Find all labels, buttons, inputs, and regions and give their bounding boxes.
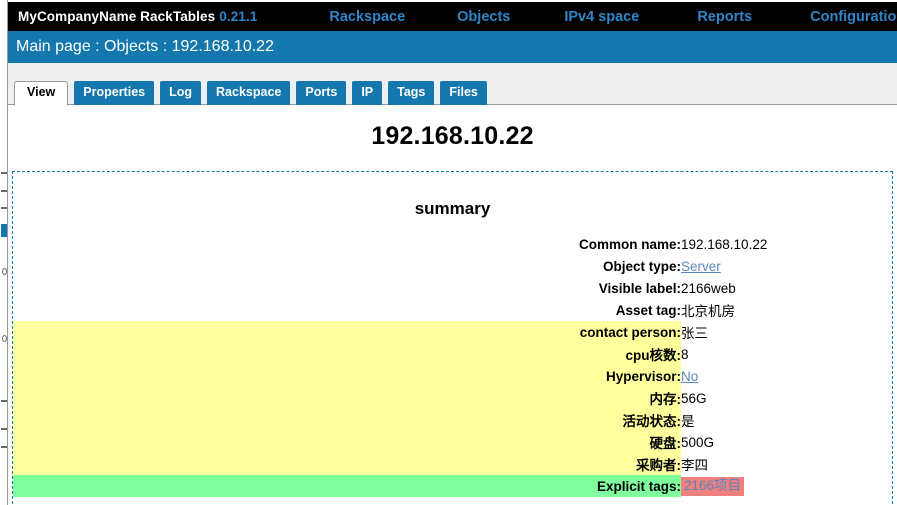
app-version: 0.21.1 [219, 9, 258, 24]
gutter-artifact-highlight [1, 224, 7, 237]
summary-row-label: Hypervisor: [13, 365, 681, 387]
breadcrumb-text: Main page : Objects : 192.168.10.22 [16, 38, 274, 55]
summary-row-value[interactable]: No [681, 365, 892, 387]
main-content-panel: 192.168.10.22 summary Common name: 192.16… [8, 104, 897, 505]
summary-panel: summary Common name: 192.168.10.22 Object … [12, 171, 893, 504]
summary-heading: summary [414, 199, 491, 218]
gutter-artifact [1, 428, 7, 430]
table-row: 内存: 56G [13, 387, 892, 409]
summary-row-value: 500G [681, 434, 715, 450]
tab-bar: View Properties Log Rackspace Ports IP T… [14, 79, 487, 106]
breadcrumb: Main page : Objects : 192.168.10.22 [8, 31, 897, 63]
gutter-artifact [1, 400, 7, 402]
summary-value-link[interactable]: No [681, 369, 698, 384]
top-navigation-bar: MyCompanyName RackTables 0.21.1 Rackspace… [8, 2, 897, 31]
gutter-artifact [1, 190, 7, 192]
tab-ip[interactable]: IP [352, 81, 383, 105]
tab-rackspace[interactable]: Rackspace [207, 81, 291, 105]
summary-row-label: Object type: [602, 258, 681, 274]
summary-row-label: Common name: [578, 236, 681, 252]
app-brand: MyCompanyName RackTables 0.21.1 [8, 9, 257, 24]
page-title: 192.168.10.22 [371, 122, 534, 150]
summary-row-value: 是 [681, 414, 695, 429]
nav-link-rackspace[interactable]: Rackspace [329, 9, 405, 25]
summary-value-link[interactable]: Server [681, 259, 721, 274]
table-row: Explicit tags: 2166项目 [13, 475, 892, 497]
summary-row-value: 张三 [681, 326, 708, 341]
gutter-artifact [1, 172, 7, 174]
gutter-artifact [2, 335, 7, 342]
nav-link-ipv4-space[interactable]: IPv4 space [564, 9, 639, 25]
gutter-artifact [2, 268, 7, 275]
tab-view[interactable]: View [14, 81, 69, 106]
table-row: 采购者: 李四 [13, 453, 892, 475]
table-row: 硬盘: 500G [13, 431, 892, 453]
gutter-artifact [1, 207, 7, 209]
summary-row-value[interactable]: Server [681, 255, 892, 277]
table-row: Common name: 192.168.10.22 [13, 233, 892, 255]
summary-row-label: 硬盘: [13, 431, 681, 453]
table-row: Asset tag: 北京机房 [13, 299, 892, 321]
table-row: cpu核数: 8 [13, 343, 892, 365]
nav-link-configuration[interactable]: Configuration [810, 9, 897, 25]
summary-row-label: 采购者: [13, 453, 681, 475]
summary-row-value[interactable]: 2166项目 [681, 475, 892, 497]
tag-chip[interactable]: 2166项目 [681, 476, 745, 496]
table-row: Object type: Server [13, 255, 892, 277]
summary-row-label: 内存: [13, 387, 681, 409]
table-row: 活动状态: 是 [13, 409, 892, 431]
table-row: contact person: 张三 [13, 321, 892, 343]
summary-row-label: contact person: [13, 321, 681, 343]
table-row: Visible label: 2166web [13, 277, 892, 299]
summary-row-value: 192.168.10.22 [681, 236, 768, 252]
summary-row-label: 活动状态: [13, 409, 681, 431]
tab-files[interactable]: Files [440, 81, 487, 105]
summary-table: Common name: 192.168.10.22 Object type: Ser… [13, 233, 892, 497]
nav-link-objects[interactable]: Objects [457, 9, 510, 25]
summary-row-value: 8 [681, 346, 689, 362]
summary-row-label: Asset tag: [615, 302, 681, 318]
brand-name: MyCompanyName RackTables [18, 9, 216, 24]
gutter-artifact [1, 446, 7, 448]
tab-ports[interactable]: Ports [296, 81, 347, 105]
tab-properties[interactable]: Properties [74, 81, 155, 105]
summary-row-value: 56G [681, 390, 707, 406]
nav-link-reports[interactable]: Reports [697, 9, 752, 25]
tab-log[interactable]: Log [160, 81, 202, 105]
table-row: Hypervisor: No [13, 365, 892, 387]
summary-row-value: 北京机房 [681, 304, 735, 319]
summary-row-label: Visible label: [598, 280, 681, 296]
tab-tags[interactable]: Tags [388, 81, 435, 105]
summary-row-value: 李四 [681, 458, 708, 473]
clipped-left-gutter [0, 0, 8, 505]
summary-row-label: Explicit tags: [13, 475, 681, 497]
summary-row-value: 2166web [681, 280, 736, 296]
summary-row-label: cpu核数: [13, 343, 681, 365]
